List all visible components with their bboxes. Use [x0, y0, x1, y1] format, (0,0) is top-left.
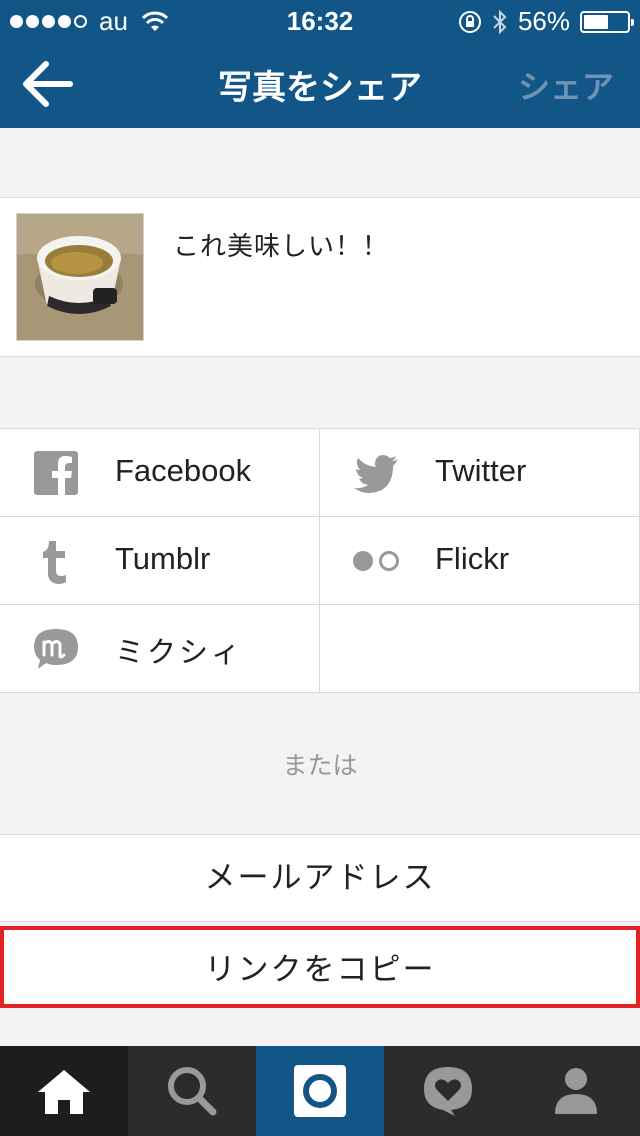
- share-targets: Facebook Twitter Tumblr Flickr ミクシィ: [0, 428, 640, 693]
- twitter-icon: [354, 455, 398, 493]
- share-facebook-label: Facebook: [115, 453, 252, 488]
- tab-camera[interactable]: [256, 1046, 384, 1136]
- rotation-lock-icon: [458, 10, 481, 33]
- home-icon: [38, 1070, 90, 1114]
- tumblr-icon: [43, 541, 66, 584]
- post-caption: これ美味しい！！: [173, 232, 390, 262]
- share-mixi[interactable]: ミクシィ: [0, 605, 320, 693]
- post-preview: これ美味しい！！: [0, 197, 640, 357]
- tab-home[interactable]: [0, 1046, 128, 1136]
- nav-bar: 写真をシェア シェア: [0, 40, 640, 128]
- activity-heart-icon: [424, 1067, 472, 1116]
- share-facebook[interactable]: Facebook: [0, 429, 320, 517]
- share-tumblr[interactable]: Tumblr: [0, 517, 320, 605]
- status-bar: au 16:32 56%: [0, 0, 640, 40]
- flickr-icon: [353, 551, 399, 571]
- email-button[interactable]: メールアドレス: [0, 834, 640, 922]
- share-flickr[interactable]: Flickr: [320, 517, 640, 605]
- or-divider-text: または: [282, 751, 358, 780]
- tab-search[interactable]: [128, 1046, 256, 1136]
- share-twitter-label: Twitter: [435, 453, 527, 488]
- bluetooth-icon: [493, 9, 507, 34]
- profile-icon: [555, 1068, 597, 1114]
- search-icon: [168, 1067, 217, 1116]
- share-button[interactable]: シェア: [518, 62, 614, 108]
- copy-link-button[interactable]: リンクをコピー: [0, 926, 640, 1008]
- tab-activity[interactable]: [384, 1046, 512, 1136]
- tab-bar: [0, 1046, 640, 1136]
- share-flickr-label: Flickr: [435, 541, 510, 576]
- share-empty-cell: [320, 605, 640, 693]
- photo-thumbnail: [16, 213, 144, 341]
- battery-icon: [580, 10, 634, 33]
- share-twitter[interactable]: Twitter: [320, 429, 640, 517]
- camera-icon: [294, 1065, 346, 1117]
- share-mixi-label: ミクシィ: [115, 635, 244, 669]
- facebook-icon: [34, 451, 78, 495]
- share-tumblr-label: Tumblr: [115, 541, 211, 576]
- tab-profile[interactable]: [512, 1046, 640, 1136]
- mixi-icon: [34, 629, 78, 669]
- battery-percent: 56%: [517, 6, 570, 36]
